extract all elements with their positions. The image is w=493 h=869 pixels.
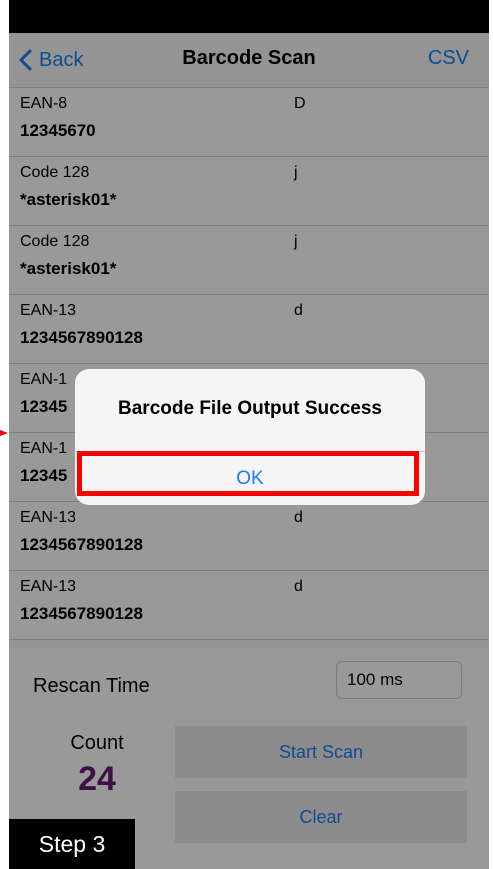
ok-button[interactable]: OK xyxy=(75,452,425,505)
frame-right xyxy=(489,0,493,869)
app-screen: Back Barcode Scan CSV EAN-8 12345670 D C… xyxy=(9,33,489,869)
alert-title: Barcode File Output Success xyxy=(118,398,382,419)
step-badge: Step 3 xyxy=(9,819,135,869)
success-alert: Barcode File Output Success OK xyxy=(75,369,425,505)
status-bar xyxy=(9,0,489,33)
pointer-arrow-icon xyxy=(0,430,8,436)
